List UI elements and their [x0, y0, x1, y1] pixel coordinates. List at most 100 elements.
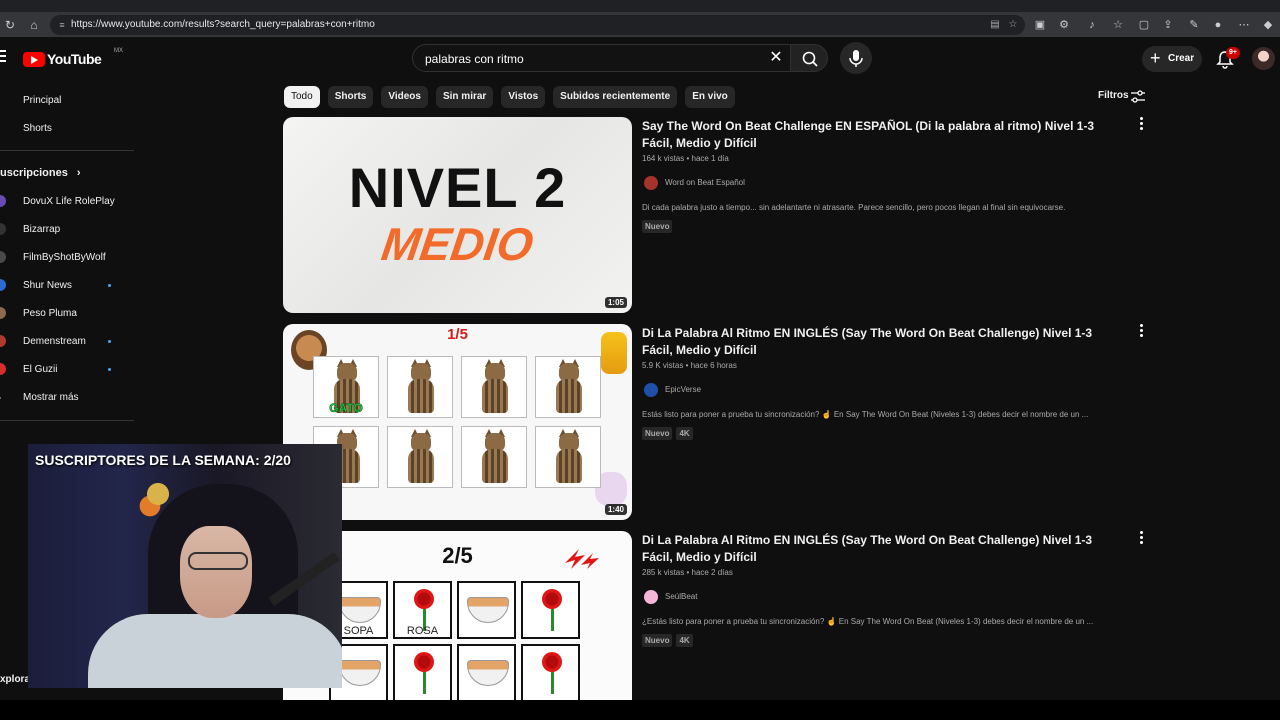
rose-image [542, 589, 562, 609]
favorite-star-icon[interactable]: ☆ [1006, 18, 1020, 32]
collections-icon[interactable]: ▢ [1136, 17, 1152, 33]
channel-avatar [644, 590, 658, 604]
sidebar-item-home[interactable]: ⌂ Principal [0, 86, 134, 114]
sidebar-item-subscription[interactable]: Bizarrap [0, 215, 134, 243]
video-title[interactable]: Di La Palabra Al Ritmo EN INGLÉS (Say Th… [642, 532, 1122, 566]
filters-sliders-icon[interactable] [1130, 90, 1146, 104]
extensions-puzzle-icon[interactable]: ✎ [1186, 17, 1202, 33]
more-actions-icon[interactable] [1135, 324, 1147, 338]
chip-vistos[interactable]: Vistos [501, 86, 546, 108]
clear-search-icon[interactable]: ✕ [766, 48, 786, 68]
sidebar-item-subscription[interactable]: DovuX Life RolePlay [0, 187, 134, 215]
new-content-dot [108, 368, 111, 371]
sidebar-item-subscription[interactable]: Demenstream [0, 327, 134, 355]
video-result: 1/5 GATO 1:40 Di La Palabra Al Ritmo EN … [283, 324, 1153, 520]
rose-image [414, 652, 434, 672]
video-badges: Nuevo 4K [642, 427, 693, 440]
voice-search-button[interactable] [840, 42, 872, 74]
favorites-icon[interactable]: ☆ [1110, 17, 1126, 33]
url-field[interactable]: ≡ https://www.youtube.com/results?search… [50, 15, 1025, 35]
cat-image [554, 359, 584, 413]
reload-icon[interactable]: ↻ [2, 17, 18, 33]
sidebar-item-subscription[interactable]: Peso Pluma [0, 299, 134, 327]
grid-cell [387, 426, 453, 488]
sidebar-item-subscription[interactable]: El Guzii [0, 355, 134, 383]
extension-icon[interactable]: ▣ [1032, 17, 1048, 33]
video-duration: 1:05 [604, 297, 627, 308]
cell-word: GATO [329, 401, 363, 416]
profile-icon[interactable]: ● [1210, 17, 1226, 33]
home-button-icon[interactable]: ⌂ [26, 17, 42, 33]
more-actions-icon[interactable] [1135, 531, 1147, 545]
menu-dots-icon[interactable]: ⋯ [1236, 17, 1252, 33]
chip-videos[interactable]: Videos [381, 86, 428, 108]
subscriptions-heading[interactable]: uscripciones › [0, 167, 81, 179]
grid-cell: ROSA [393, 581, 452, 639]
video-title[interactable]: Say The Word On Beat Challenge EN ESPAÑO… [642, 118, 1122, 152]
video-description: Di cada palabra justo a tiempo... sin ad… [642, 203, 1066, 212]
lightning-icon [565, 549, 599, 569]
home-icon: ⌂ [0, 93, 6, 107]
browser-tab[interactable] [0, 0, 150, 12]
cat-image [554, 429, 584, 483]
chip-sin-mirar[interactable]: Sin mirar [435, 86, 494, 108]
site-info-icon[interactable]: ≡ [56, 19, 68, 31]
chip-en-vivo[interactable]: En vivo [685, 86, 735, 108]
chip-subidos-recientemente[interactable]: Subidos recientemente [553, 86, 678, 108]
chevron-right-icon: › [76, 167, 81, 179]
sidebar-item-label: Bizarrap [23, 224, 61, 235]
thumbnail-grid: SOPA ROSA [329, 581, 580, 701]
search-icon [802, 51, 818, 67]
streamer-face [180, 526, 252, 618]
channel-name: EpicVerse [665, 385, 702, 394]
badge-new: Nuevo [642, 427, 673, 440]
grid-cell: GATO [313, 356, 379, 418]
sidebar-item-label: Principal [23, 95, 62, 106]
badge-new: Nuevo [642, 220, 673, 233]
create-button[interactable]: + Crear [1142, 46, 1202, 72]
sidebar-item-label: Shorts [23, 123, 52, 134]
copilot-icon[interactable]: ◆ [1260, 17, 1276, 33]
chip-todo[interactable]: Todo [284, 86, 320, 108]
new-content-dot [108, 340, 111, 343]
badge-4k: 4K [676, 634, 693, 647]
extension-icon[interactable]: ⚙ [1056, 17, 1072, 33]
account-avatar[interactable] [1252, 47, 1275, 70]
sidebar-item-subscription[interactable]: Shur News [0, 271, 134, 299]
share-icon[interactable]: ⇪ [1160, 17, 1176, 33]
channel-avatar [0, 363, 6, 375]
filters-button[interactable]: Filtros [1098, 90, 1129, 101]
browser-tab[interactable] [160, 0, 330, 12]
shorts-icon: § [0, 121, 6, 135]
reader-icon[interactable]: ▤ [988, 18, 1002, 32]
browser-tab[interactable] [340, 0, 490, 12]
video-title[interactable]: Di La Palabra Al Ritmo EN INGLÉS (Say Th… [642, 325, 1122, 359]
grid-cell [521, 581, 580, 639]
logo-country: MX [114, 48, 123, 54]
search-button[interactable] [790, 44, 828, 72]
extension-icon[interactable]: ♪ [1084, 17, 1100, 33]
video-badges: Nuevo 4K [642, 634, 693, 647]
channel-name: Word on Beat Español [665, 178, 745, 187]
hamburger-menu-icon[interactable] [0, 50, 6, 64]
video-duration: 1:40 [604, 504, 627, 515]
sidebar-item-label: Demenstream [23, 336, 86, 347]
sidebar-item-label: FilmByShotByWolf [23, 252, 106, 263]
grid-cell [457, 581, 516, 639]
more-actions-icon[interactable] [1135, 117, 1147, 131]
thumbnail-subtitle-text: MEDIO [378, 218, 537, 270]
cell-word: ROSA [406, 625, 439, 637]
bottom-bar [0, 700, 1280, 720]
cat-image [480, 429, 510, 483]
grid-cell [461, 426, 527, 488]
sidebar-item-shorts[interactable]: § Shorts [0, 114, 134, 142]
youtube-logo[interactable]: YouTube MX [23, 48, 123, 67]
chip-shorts[interactable]: Shorts [327, 86, 374, 108]
search-input[interactable]: palabras con ritmo ✕ [412, 44, 790, 72]
thumbnail-title-text: NIVEL 2 [348, 156, 567, 219]
browser-tab[interactable] [500, 0, 650, 12]
grid-cell [521, 644, 580, 701]
sidebar-item-subscription[interactable]: FilmByShotByWolf [0, 243, 134, 271]
video-thumbnail[interactable]: NIVEL 2 MEDIO 1:05 [283, 117, 632, 313]
sidebar-show-more[interactable]: ⌄ Mostrar más [0, 383, 134, 411]
